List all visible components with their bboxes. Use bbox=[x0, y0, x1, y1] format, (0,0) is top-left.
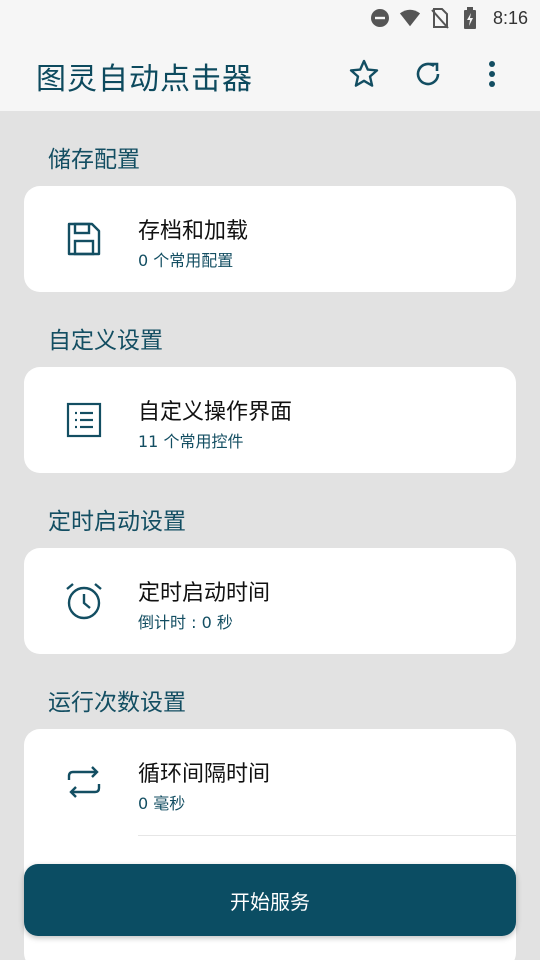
app-title: 图灵自动点击器 bbox=[36, 62, 253, 97]
section-title-runs: 运行次数设置 bbox=[48, 690, 186, 716]
section-title-custom: 自定义设置 bbox=[48, 328, 163, 354]
divider bbox=[138, 835, 516, 836]
card-timer-start[interactable]: 定时启动时间 倒计时 : 0 秒 bbox=[24, 548, 516, 654]
battery-charging-icon bbox=[459, 7, 481, 29]
card-label: 存档和加载 bbox=[138, 219, 249, 244]
start-service-button[interactable]: 开始服务 bbox=[24, 864, 516, 936]
no-sim-icon bbox=[429, 7, 451, 29]
alarm-icon bbox=[64, 581, 104, 621]
star-icon[interactable] bbox=[344, 54, 384, 94]
card-sub: 11 个常用控件 bbox=[138, 432, 244, 451]
card-sub: 0 个常用配置 bbox=[138, 251, 234, 270]
card-label: 定时启动时间 bbox=[138, 581, 271, 606]
list-icon bbox=[64, 400, 104, 440]
save-icon bbox=[64, 219, 104, 259]
app-bar: 图灵自动点击器 bbox=[0, 36, 540, 111]
card-sub: 倒计时 : 0 秒 bbox=[138, 613, 233, 632]
section-title-timer: 定时启动设置 bbox=[48, 509, 186, 535]
card-save-load[interactable]: 存档和加载 0 个常用配置 bbox=[24, 186, 516, 292]
card-label: 循环间隔时间 bbox=[138, 762, 271, 787]
status-time: 8:16 bbox=[492, 7, 528, 28]
more-vert-icon[interactable] bbox=[472, 54, 512, 94]
card-sub: 0 毫秒 bbox=[138, 794, 186, 813]
card-custom-ui[interactable]: 自定义操作界面 11 个常用控件 bbox=[24, 367, 516, 473]
status-bar: 8:16 bbox=[0, 0, 540, 36]
wifi-icon bbox=[399, 7, 421, 29]
do-not-disturb-icon bbox=[369, 7, 391, 29]
section-title-storage: 储存配置 bbox=[48, 147, 140, 173]
refresh-icon[interactable] bbox=[408, 54, 448, 94]
repeat-icon bbox=[64, 762, 104, 802]
settings-list: 储存配置 存档和加载 0 个常用配置 自定义设置 自定义操作界面 11 个常用控… bbox=[0, 111, 540, 960]
card-label: 自定义操作界面 bbox=[138, 400, 293, 425]
